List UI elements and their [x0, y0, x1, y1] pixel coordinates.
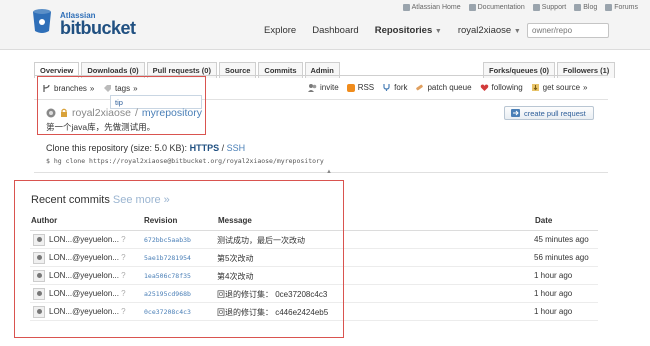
top-links: Atlassian Home Documentation Support Blo… — [402, 4, 638, 11]
collapse-arrow-icon[interactable]: ▲ — [326, 169, 332, 175]
nav-explore[interactable]: Explore — [264, 25, 296, 36]
commit-date: 1 hour ago — [534, 307, 573, 316]
doc-icon — [468, 4, 476, 11]
following-label: following — [491, 83, 523, 92]
toplink-forums[interactable]: Forums — [605, 4, 638, 11]
https-option[interactable]: HTTPS — [190, 143, 220, 153]
ssh-option[interactable]: SSH — [227, 143, 246, 153]
section-divider — [34, 172, 608, 173]
invite-label: invite — [320, 83, 339, 92]
commit-date: 1 hour ago — [534, 289, 573, 298]
chevron-down-icon: ▼ — [513, 28, 521, 35]
search-input[interactable] — [527, 23, 609, 38]
repo-actions: invite RSS fork patch queue following ge… — [308, 83, 587, 92]
col-date: Date — [535, 216, 553, 225]
support-icon — [532, 4, 540, 11]
nav-dashboard[interactable]: Dashboard — [312, 25, 358, 36]
commit-date: 45 minutes ago — [534, 235, 589, 244]
toplink-documentation[interactable]: Documentation — [468, 4, 525, 11]
patch-queue-label: patch queue — [427, 83, 472, 92]
rss-action[interactable]: RSS — [346, 83, 375, 92]
toplink-atlassian-home[interactable]: Atlassian Home — [402, 4, 461, 11]
annotation-box-repo — [37, 76, 206, 135]
invite-action[interactable]: invite — [308, 83, 339, 92]
clone-label: Clone this repository (size: 5.0 KB): — [46, 143, 188, 153]
get-source-label: get source — [542, 83, 581, 92]
fork-label: fork — [394, 83, 408, 92]
following-action[interactable]: following — [480, 83, 523, 92]
forums-icon — [605, 4, 613, 11]
invite-icon — [308, 84, 317, 92]
rss-icon — [346, 83, 355, 92]
nav-repositories-label: Repositories — [374, 25, 433, 36]
heart-icon — [480, 84, 488, 91]
commit-date: 56 minutes ago — [534, 253, 589, 262]
brand-bitbucket[interactable]: bitbucket — [60, 18, 136, 39]
get-source-action[interactable]: get source» — [531, 83, 588, 92]
toplink-blog[interactable]: Blog — [574, 4, 597, 11]
nav-user-label: royal2xiaose — [457, 25, 512, 36]
download-icon — [531, 84, 539, 91]
commit-date: 1 hour ago — [534, 271, 573, 280]
chevron-down-icon: ▼ — [434, 28, 442, 35]
home-icon — [402, 4, 410, 11]
chevron-right-icon: » — [583, 83, 588, 92]
clone-command[interactable]: $ hg clone https://royal2xiaose@bitbucke… — [46, 157, 324, 165]
top-header: Atlassian bitbucket Atlassian Home Docum… — [0, 0, 650, 50]
rss-label: RSS — [357, 83, 375, 92]
nav-repositories[interactable]: Repositories ▼ — [375, 25, 442, 36]
patch-queue-action[interactable]: patch queue — [415, 83, 472, 92]
create-pull-request-label: create pull request — [524, 108, 586, 118]
annotation-box-commits — [14, 180, 344, 338]
clone-info: Clone this repository (size: 5.0 KB): HT… — [46, 143, 246, 153]
fork-action[interactable]: fork — [382, 83, 407, 92]
pull-request-icon — [511, 109, 520, 117]
main-nav: Explore Dashboard Repositories ▼ royal2x… — [264, 25, 521, 36]
toplink-support[interactable]: Support — [532, 4, 566, 11]
fork-icon — [383, 84, 390, 91]
bitbucket-logo-icon[interactable] — [32, 8, 52, 34]
create-pull-request-button[interactable]: create pull request — [504, 106, 594, 120]
patch-icon — [416, 84, 424, 91]
nav-user[interactable]: royal2xiaose ▼ — [458, 25, 521, 36]
blog-icon — [574, 4, 582, 11]
